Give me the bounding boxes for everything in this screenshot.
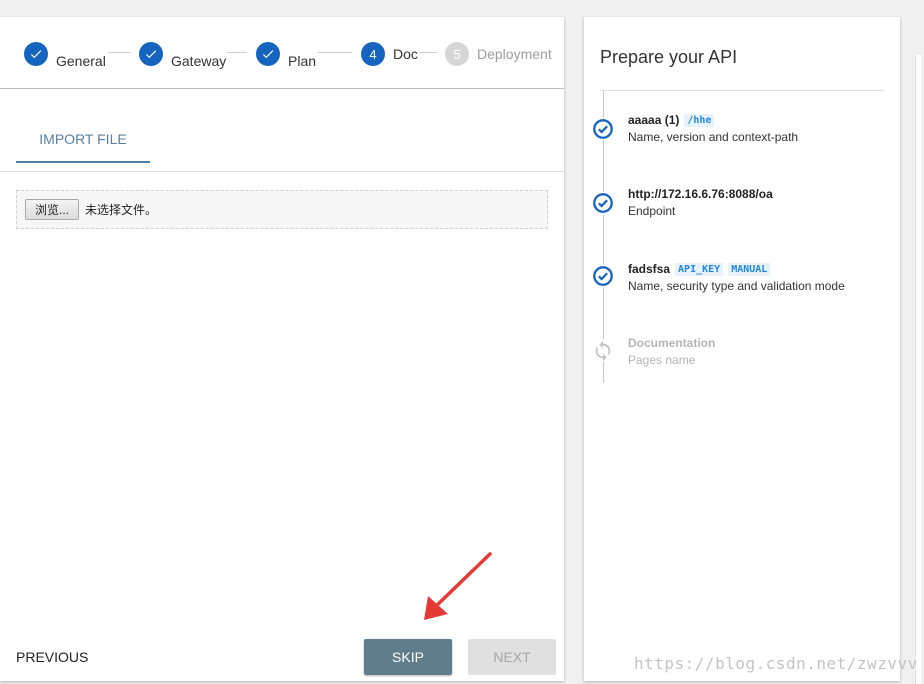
summary-panel: Prepare your API aaaaa (1) /hhe Name, ve… [584,17,900,681]
summary-item-name: aaaaa (1) /hhe Name, version and context… [628,112,798,144]
step-connector [318,52,352,53]
previous-button[interactable]: PREVIOUS [16,645,88,669]
summary-item-security: fadsfsa API_KEY MANUAL Name, security ty… [628,261,845,293]
summary-item-documentation: Documentation Pages name [628,335,715,367]
summary-item-subtitle: Pages name [628,353,696,367]
summary-item-subtitle: Name, security type and validation mode [628,279,845,293]
browse-button[interactable]: 浏览... [25,199,80,220]
check-icon [256,42,280,66]
step-label: Plan [288,53,317,69]
check-circle-icon [592,118,614,140]
security-type-tag: API_KEY [675,262,724,276]
step-doc[interactable]: 4 Doc [361,41,418,67]
step-connector [108,52,130,53]
step-label: Doc [393,46,418,62]
skip-button[interactable]: SKIP [364,639,452,675]
tab-import-file[interactable]: IMPORT FILE [16,117,150,163]
summary-item-title: Documentation [628,336,716,350]
step-label: Deployment [477,46,552,62]
annotation-arrow-icon [424,552,492,620]
file-status-text: 未选择文件。 [85,203,158,217]
summary-title: Prepare your API [600,47,738,67]
step-deployment[interactable]: 5 Deployment [445,41,552,67]
check-circle-icon [592,265,614,287]
step-connector [419,52,437,53]
summary-item-subtitle: Name, version and context-path [628,130,799,144]
context-path-tag: /hhe [684,113,715,127]
check-icon [24,42,48,66]
step-label: Gateway [171,53,227,69]
step-general[interactable]: General [24,41,106,69]
divider [600,90,884,91]
summary-item-title: fadsfsa [628,262,671,276]
watermark: https://blog.csdn.net/zwzvvv [634,654,918,673]
step-number: 4 [361,42,385,66]
summary-item-subtitle: Endpoint [628,204,676,218]
summary-item-title: aaaaa (1) [628,113,680,127]
check-circle-icon [592,192,614,214]
step-label: General [56,53,106,69]
step-number: 5 [445,42,469,66]
file-drop-zone[interactable]: 浏览... 未选择文件。 [16,190,548,229]
step-gateway[interactable]: Gateway [139,41,227,69]
scrollbar-edge [915,55,921,684]
summary-item-title: http://172.16.6.76:8088/oa [628,187,773,201]
next-button[interactable]: NEXT [468,639,556,675]
step-plan[interactable]: Plan [256,41,317,69]
validation-mode-tag: MANUAL [728,262,771,276]
summary-item-endpoint: http://172.16.6.76:8088/oa Endpoint [628,186,773,218]
check-icon [139,42,163,66]
tab-bar: IMPORT FILE [0,117,564,172]
step-connector [227,52,247,53]
sync-icon [592,340,614,362]
stepper: General Gateway Plan 4 Doc 5 Deployment [0,17,564,89]
